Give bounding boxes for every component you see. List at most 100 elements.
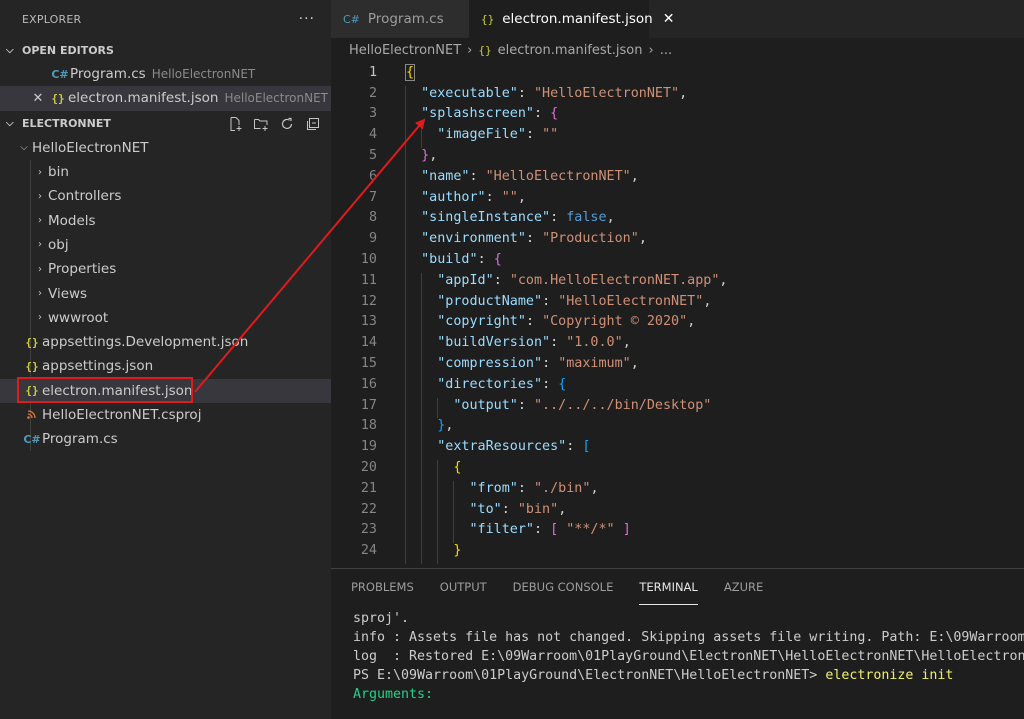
line-number: 11 bbox=[360, 272, 377, 288]
tab-output[interactable]: OUTPUT bbox=[440, 569, 487, 605]
rss-file-icon bbox=[22, 409, 42, 422]
open-editor-name: Program.cs bbox=[70, 66, 146, 83]
line-number: 18 bbox=[360, 418, 377, 434]
code-line: 7 "author": "", bbox=[331, 187, 1024, 211]
code-text: "extraResources": [ bbox=[405, 439, 590, 461]
code-editor[interactable]: 1{2 "executable": "HelloElectronNET", 3 "… bbox=[331, 62, 1024, 568]
workspace-actions bbox=[225, 114, 323, 134]
new-file-icon[interactable] bbox=[225, 114, 245, 134]
line-number: 16 bbox=[360, 376, 377, 392]
breadcrumb-more[interactable]: ... bbox=[660, 43, 672, 58]
open-editors-section[interactable]: ⌵ OPEN EDITORS bbox=[0, 38, 331, 62]
tree-children: › bin › Controllers › Models › obj › Properti… bbox=[0, 159, 331, 452]
line-number: 14 bbox=[360, 335, 377, 351]
code-line: 6 "name": "HelloElectronNET", bbox=[331, 166, 1024, 190]
code-text: "splashscreen": { bbox=[405, 106, 558, 128]
code-text: "imageFile": "" bbox=[405, 127, 558, 149]
line-number: 5 bbox=[368, 148, 377, 164]
tab-electron-manifest[interactable]: {} electron.manifest.json ✕ bbox=[469, 0, 674, 38]
refresh-icon[interactable] bbox=[277, 114, 297, 134]
code-text: "output": "../../../bin/Desktop" bbox=[405, 397, 711, 419]
new-folder-icon[interactable] bbox=[251, 114, 271, 134]
indent-guide bbox=[405, 543, 406, 565]
line-number: 6 bbox=[368, 168, 377, 184]
tree-folder[interactable]: › Models bbox=[0, 208, 331, 232]
json-file-icon: {} bbox=[25, 335, 39, 349]
close-editor-icon[interactable]: ✕ bbox=[28, 91, 48, 106]
tab-azure[interactable]: AZURE bbox=[724, 569, 763, 605]
tree-file-label: appsettings.Development.json bbox=[42, 334, 249, 351]
code-text: "productName": "HelloElectronNET", bbox=[405, 293, 711, 315]
collapse-all-icon[interactable] bbox=[303, 114, 323, 134]
line-number: 23 bbox=[360, 522, 377, 538]
tree-folder-root[interactable]: ⌵ HelloElectronNET bbox=[0, 136, 331, 160]
code-line: 9 "environment": "Production", bbox=[331, 228, 1024, 253]
more-actions-icon[interactable]: ··· bbox=[299, 11, 315, 27]
terminal-prompt: PS E:\09Warroom\01PlayGround\ElectronNET… bbox=[353, 668, 826, 683]
tab-program-cs[interactable]: C# Program.cs bbox=[331, 0, 469, 38]
tree-folder[interactable]: › Controllers bbox=[0, 184, 331, 208]
line-number: 7 bbox=[368, 189, 377, 205]
close-tab-icon[interactable]: ✕ bbox=[663, 11, 675, 27]
tree-folder-label: wwwroot bbox=[48, 309, 109, 326]
tab-label: electron.manifest.json bbox=[502, 11, 653, 27]
open-editor-program-cs[interactable]: C# Program.cs HelloElectronNET bbox=[0, 62, 331, 86]
tab-terminal[interactable]: TERMINAL bbox=[639, 569, 698, 605]
code-line: 16 "directories": { bbox=[331, 374, 1024, 398]
code-line: 17 "output": "../../../bin/Desktop" bbox=[331, 395, 1024, 419]
terminal-command: electronize init bbox=[825, 668, 954, 683]
code-text: "compression": "maximum", bbox=[405, 356, 639, 377]
tree-folder-label: Models bbox=[48, 212, 96, 229]
tree-folder[interactable]: › bin bbox=[0, 160, 331, 184]
workspace-section[interactable]: ⌵ ELECTRONNET bbox=[0, 112, 331, 136]
tree-folder-label: HelloElectronNET bbox=[32, 139, 149, 156]
code-line: 3 "splashscreen": { bbox=[331, 104, 1024, 128]
json-file-icon: {} bbox=[51, 91, 65, 105]
tree-folder-label: Views bbox=[48, 285, 88, 302]
tree-file[interactable]: {} appsettings.json bbox=[0, 354, 331, 378]
tree-file[interactable]: HelloElectronNET.csproj bbox=[0, 403, 331, 427]
chevron-right-icon: › bbox=[38, 263, 42, 275]
tab-label: Program.cs bbox=[367, 11, 444, 27]
tree-folder[interactable]: › obj bbox=[0, 233, 331, 257]
open-editor-electron-manifest[interactable]: ✕ {} electron.manifest.json HelloElectro… bbox=[0, 86, 331, 111]
tree-folder[interactable]: › Views bbox=[0, 281, 331, 305]
line-number: 24 bbox=[360, 543, 377, 559]
tree-folder-label: bin bbox=[48, 164, 69, 181]
tab-debug-console[interactable]: DEBUG CONSOLE bbox=[513, 569, 614, 605]
terminal-line: log : Restored E:\09Warroom\01PlayGround… bbox=[353, 649, 1024, 664]
code-line: 18 }, bbox=[331, 416, 1024, 440]
bottom-panel: PROBLEMS OUTPUT DEBUG CONSOLE TERMINAL A… bbox=[331, 568, 1024, 719]
line-number: 4 bbox=[368, 127, 377, 143]
code-text: "copyright": "Copyright © 2020", bbox=[405, 314, 695, 336]
terminal-line: sproj'. bbox=[353, 611, 410, 626]
code-text: "executable": "HelloElectronNET", bbox=[405, 85, 687, 107]
csharp-file-icon: C# bbox=[51, 67, 69, 81]
chevron-right-icon: › bbox=[38, 190, 42, 202]
tree-file[interactable]: C# Program.cs bbox=[0, 427, 331, 451]
line-number: 22 bbox=[360, 501, 377, 517]
code-line: 10 "build": { bbox=[331, 249, 1024, 273]
breadcrumb-folder[interactable]: HelloElectronNET bbox=[349, 43, 461, 58]
code-line: 8 "singleInstance": false, bbox=[331, 208, 1024, 232]
panel-tabs: PROBLEMS OUTPUT DEBUG CONSOLE TERMINAL A… bbox=[331, 569, 1024, 605]
chevron-down-icon: ⌵ bbox=[6, 44, 14, 56]
line-number: 20 bbox=[360, 460, 377, 476]
chevron-down-icon: ⌵ bbox=[20, 142, 28, 154]
code-line: 11 "appId": "com.HelloElectronNET.app", bbox=[331, 270, 1024, 294]
line-number: 19 bbox=[360, 439, 377, 455]
breadcrumb-file[interactable]: electron.manifest.json bbox=[498, 43, 643, 58]
chevron-right-icon: › bbox=[38, 288, 42, 300]
terminal-output[interactable]: sproj'. info : Assets file has not change… bbox=[331, 609, 1024, 704]
code-line: 19 "extraResources": [ bbox=[331, 436, 1024, 461]
chevron-right-icon: › bbox=[648, 42, 654, 58]
tree-file[interactable]: {} appsettings.Development.json bbox=[0, 330, 331, 354]
code-text: "appId": "com.HelloElectronNET.app", bbox=[405, 272, 727, 294]
code-text: { bbox=[405, 63, 416, 81]
explorer-sidebar: EXPLORER ··· ⌵ OPEN EDITORS C# Program.c… bbox=[0, 0, 331, 719]
tree-folder[interactable]: › Properties bbox=[0, 257, 331, 281]
code-line: 22 "to": "bin", bbox=[331, 499, 1024, 523]
tab-problems[interactable]: PROBLEMS bbox=[351, 569, 414, 605]
tree-folder[interactable]: › wwwroot bbox=[0, 306, 331, 330]
json-file-icon: {} bbox=[25, 359, 39, 373]
